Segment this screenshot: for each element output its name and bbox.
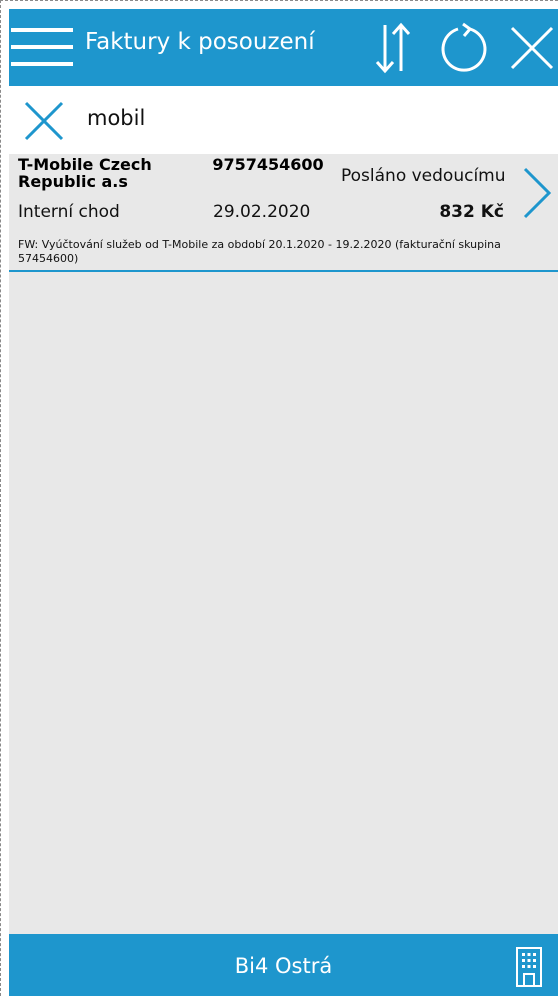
invoice-date: 29.02.2020 [213,202,311,222]
chevron-right-icon[interactable] [521,166,553,220]
clear-search-icon[interactable] [23,100,65,142]
invoice-list-item[interactable]: T-Mobile Czech Republic a.s 9757454600 P… [9,154,558,272]
page-title: Faktury k posouzení [85,29,315,55]
invoice-status: Posláno vedoucímu [341,166,506,186]
invoice-description: FW: Vyúčtování služeb od T-Mobile za obd… [18,238,501,265]
invoice-number: 9757454600 [212,155,324,174]
footer-label: Bi4 Ostrá [234,954,333,978]
search-bar: mobil [9,86,558,154]
refresh-icon[interactable] [437,21,489,75]
invoice-type: Interní chod [18,202,120,222]
invoice-amount: 832 Kč [439,202,504,222]
footer-bar: Bi4 Ostrá [9,934,558,996]
app-window: Faktury k posouzení mobil T-Mobile Czech… [9,9,558,996]
menu-icon[interactable] [11,28,73,66]
building-icon[interactable] [515,946,543,988]
close-icon[interactable] [509,21,555,75]
sort-icon[interactable] [373,21,413,75]
header-bar: Faktury k posouzení [9,9,558,86]
search-input[interactable]: mobil [87,106,145,130]
invoice-company: T-Mobile Czech Republic a.s [18,155,152,191]
